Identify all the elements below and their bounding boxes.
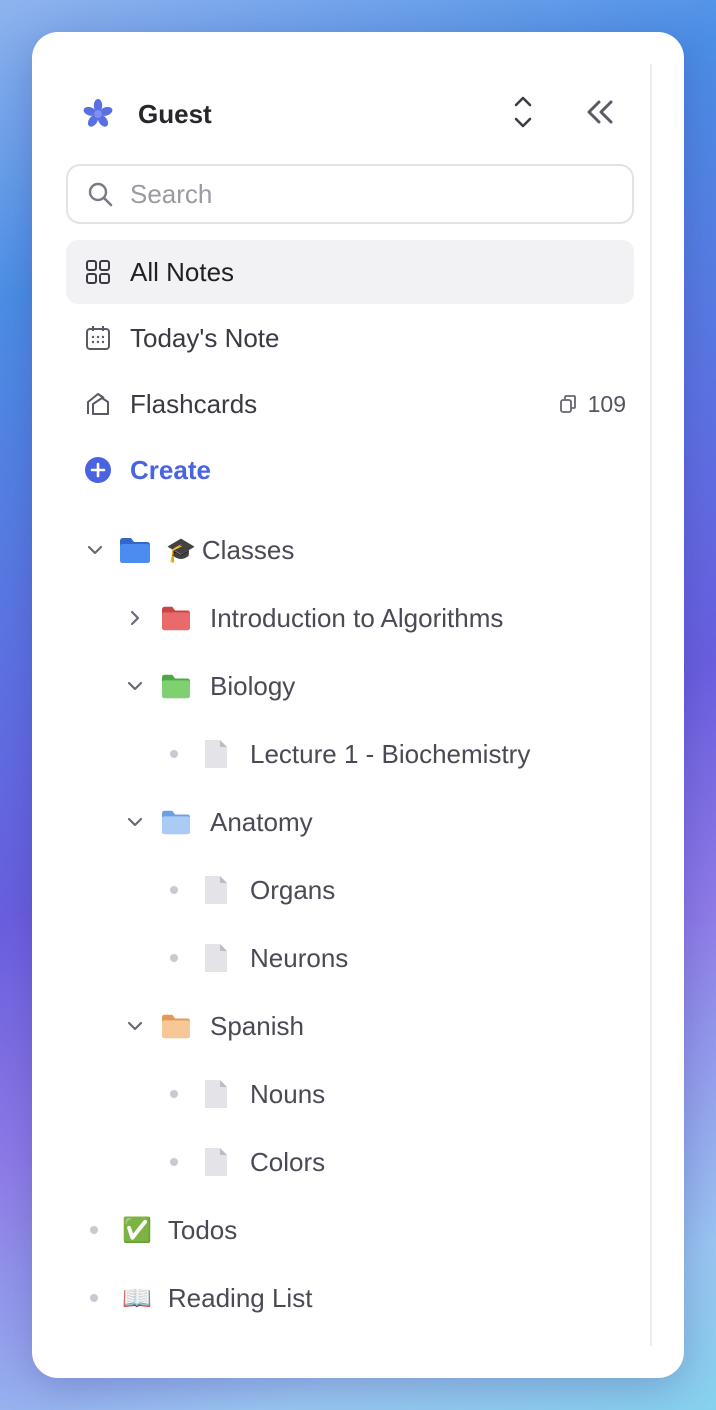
nav-all-notes-label: All Notes bbox=[130, 256, 235, 287]
workspace-name: Guest bbox=[138, 98, 212, 129]
tree-item-neurons[interactable]: Neurons bbox=[170, 928, 348, 988]
create-button[interactable]: Create bbox=[66, 438, 634, 502]
tree-item-reading-list-label: Reading List bbox=[167, 1282, 313, 1313]
chevron-down-icon[interactable] bbox=[82, 537, 108, 563]
book-emoji-icon: 📖 bbox=[122, 1284, 152, 1312]
workspace-header[interactable]: Guest bbox=[82, 94, 282, 134]
document-icon bbox=[205, 740, 227, 768]
tree-item-organs-label: Organs bbox=[250, 874, 336, 905]
tree-item-organs[interactable]: Organs bbox=[170, 860, 335, 920]
bullet bbox=[170, 1158, 178, 1166]
tree-item-lecture-1[interactable]: Lecture 1 - Biochemistry bbox=[170, 724, 530, 784]
tree-item-nouns-label: Nouns bbox=[250, 1078, 326, 1109]
flashcards-count-badge: 109 bbox=[558, 391, 626, 418]
bullet bbox=[170, 750, 178, 758]
search-icon bbox=[88, 182, 113, 207]
calendar-icon bbox=[86, 326, 110, 350]
bullet bbox=[170, 954, 178, 962]
bullet bbox=[90, 1226, 98, 1234]
folder-icon bbox=[120, 538, 150, 563]
nav-flashcards[interactable]: Flashcards 109 bbox=[66, 372, 634, 436]
tree-item-colors-label: Colors bbox=[250, 1146, 326, 1177]
tree-item-nouns[interactable]: Nouns bbox=[170, 1064, 325, 1124]
tree-item-classes[interactable]: 🎓 Classes bbox=[82, 520, 294, 580]
bullet bbox=[170, 886, 178, 894]
nav-todays-note[interactable]: Today's Note bbox=[66, 306, 634, 370]
search-input[interactable] bbox=[130, 178, 570, 210]
grid-icon bbox=[86, 260, 110, 284]
tree-item-intro-algorithms-label: Introduction to Algorithms bbox=[210, 602, 504, 633]
document-icon bbox=[205, 1080, 227, 1108]
document-icon bbox=[205, 944, 227, 972]
check-emoji-icon: ✅ bbox=[122, 1216, 152, 1244]
tree-item-biology-label: Biology bbox=[210, 670, 296, 701]
create-label: Create bbox=[130, 454, 211, 485]
chevron-right-icon[interactable] bbox=[122, 605, 148, 631]
tree-item-reading-list[interactable]: 📖 Reading List bbox=[90, 1268, 312, 1328]
document-icon bbox=[205, 876, 227, 904]
tree-item-anatomy[interactable]: Anatomy bbox=[122, 792, 313, 852]
flashcards-count: 109 bbox=[587, 390, 626, 417]
tree-item-spanish-label: Spanish bbox=[210, 1010, 304, 1041]
classes-emoji: 🎓 bbox=[166, 536, 196, 564]
chevron-down-icon[interactable] bbox=[122, 673, 148, 699]
bullet bbox=[90, 1294, 98, 1302]
tree-item-classes-label: Classes bbox=[201, 534, 295, 565]
flashcard-icon bbox=[87, 393, 109, 415]
collapse-sidebar-button[interactable] bbox=[582, 94, 618, 130]
folder-icon bbox=[162, 1014, 190, 1039]
chevron-down-icon[interactable] bbox=[122, 809, 148, 835]
plus-circle-icon bbox=[85, 457, 111, 483]
nav-flashcards-label: Flashcards bbox=[130, 388, 258, 419]
tree-item-lecture-1-label: Lecture 1 - Biochemistry bbox=[250, 738, 531, 769]
folder-icon bbox=[162, 674, 190, 699]
sidebar-divider bbox=[650, 64, 652, 1346]
tree-item-neurons-label: Neurons bbox=[250, 942, 349, 973]
sidebar-panel: Guest All Notes bbox=[32, 32, 684, 1378]
double-chevron-left-icon bbox=[587, 100, 613, 124]
tree-item-todos[interactable]: ✅ Todos bbox=[90, 1200, 237, 1260]
tree-item-biology[interactable]: Biology bbox=[122, 656, 295, 716]
chevron-down-icon[interactable] bbox=[122, 1013, 148, 1039]
folder-icon bbox=[162, 606, 190, 631]
folder-icon bbox=[162, 810, 190, 835]
bullet bbox=[170, 1090, 178, 1098]
tree-item-todos-label: Todos bbox=[167, 1214, 238, 1245]
nav-todays-note-label: Today's Note bbox=[130, 322, 280, 353]
tree-item-anatomy-label: Anatomy bbox=[210, 806, 313, 837]
tree-item-spanish[interactable]: Spanish bbox=[122, 996, 304, 1056]
asterisk-icon bbox=[83, 99, 113, 127]
search-box[interactable] bbox=[66, 164, 634, 224]
chevron-up-down-icon bbox=[514, 96, 532, 128]
tree-item-intro-algorithms[interactable]: Introduction to Algorithms bbox=[122, 588, 503, 648]
document-icon bbox=[205, 1148, 227, 1176]
workspace-switcher-button[interactable] bbox=[508, 90, 538, 134]
nav-all-notes[interactable]: All Notes bbox=[66, 240, 634, 304]
cards-icon bbox=[559, 395, 576, 413]
tree-item-colors[interactable]: Colors bbox=[170, 1132, 325, 1192]
